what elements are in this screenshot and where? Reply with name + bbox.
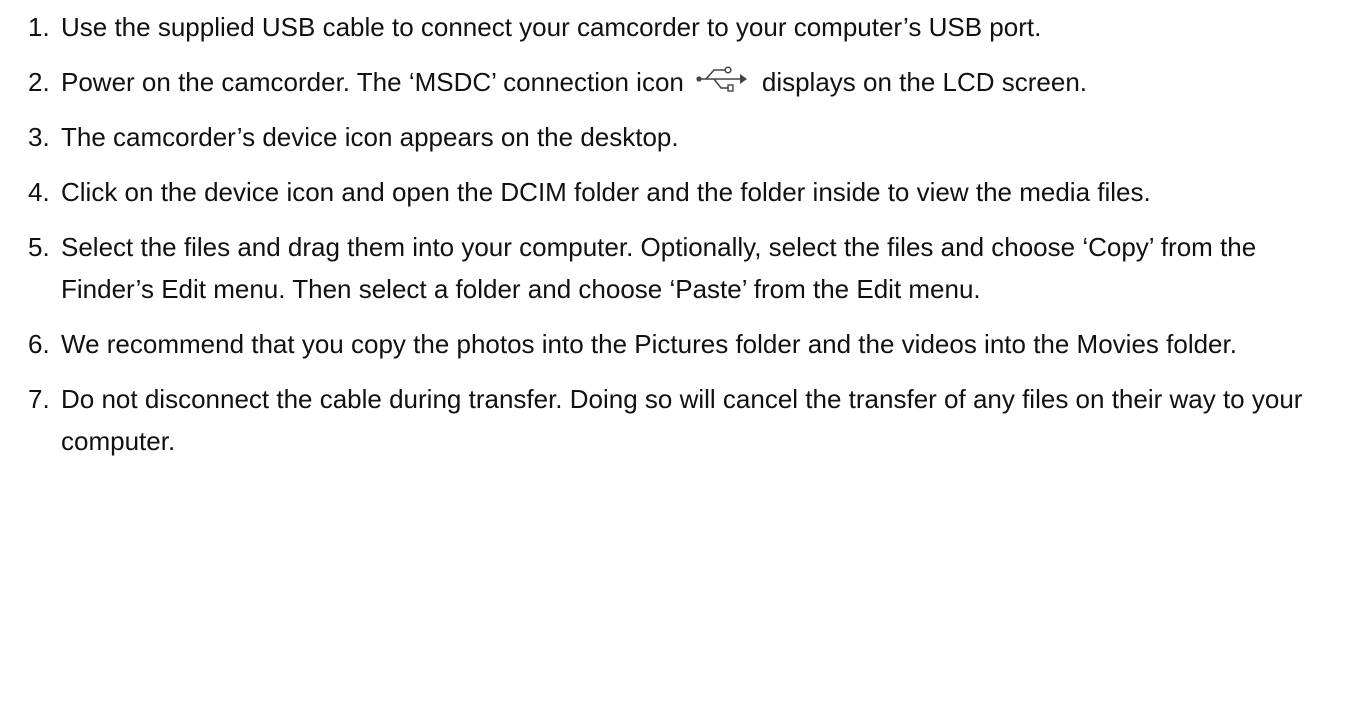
- step-7: 7. Do not disconnect the cable during tr…: [28, 378, 1348, 462]
- step-text-before-icon: Power on the camcorder. The ‘MSDC’ conne…: [61, 67, 684, 97]
- instruction-document: 1. Use the supplied USB cable to connect…: [0, 0, 1358, 719]
- step-2: 2. Power on the camcorder. The ‘MSDC’ co…: [28, 61, 1348, 103]
- step-text: Select the files and drag them into your…: [61, 232, 1257, 304]
- step-text: Click on the device icon and open the DC…: [61, 177, 1151, 207]
- step-text: Power on the camcorder. The ‘MSDC’ conne…: [61, 61, 1348, 103]
- step-number: 4.: [28, 177, 50, 207]
- step-number: 1.: [28, 12, 50, 42]
- step-6: 6. We recommend that you copy the photos…: [28, 323, 1348, 365]
- step-number: 3.: [28, 122, 50, 152]
- step-number: 7.: [28, 384, 50, 414]
- step-text-after-icon: displays on the LCD screen.: [761, 67, 1088, 97]
- step-text: Use the supplied USB cable to connect yo…: [61, 12, 1042, 42]
- step-text: Do not disconnect the cable during trans…: [61, 384, 1303, 456]
- steps-list: 1. Use the supplied USB cable to connect…: [28, 6, 1348, 475]
- step-4: 4. Click on the device icon and open the…: [28, 171, 1348, 213]
- step-number: 6.: [28, 329, 50, 359]
- step-1: 1. Use the supplied USB cable to connect…: [28, 6, 1348, 48]
- step-number: 2.: [28, 67, 50, 97]
- step-5: 5. Select the files and drag them into y…: [28, 226, 1348, 310]
- step-text: We recommend that you copy the photos in…: [61, 329, 1237, 359]
- usb-icon: [696, 65, 748, 93]
- step-text: The camcorder’s device icon appears on t…: [61, 122, 679, 152]
- step-number: 5.: [28, 232, 50, 262]
- step-3: 3. The camcorder’s device icon appears o…: [28, 116, 1348, 158]
